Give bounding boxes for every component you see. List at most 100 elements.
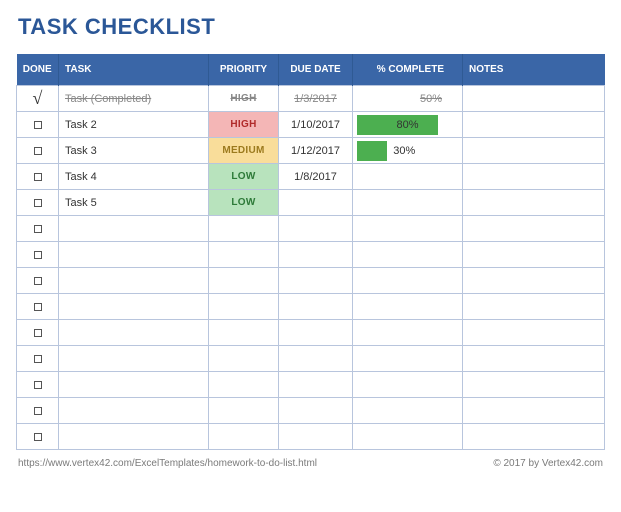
notes-cell[interactable] <box>463 190 605 216</box>
notes-cell[interactable] <box>463 320 605 346</box>
priority-cell[interactable] <box>209 346 279 372</box>
due-date-cell[interactable] <box>279 216 353 242</box>
checkbox-icon <box>34 121 42 129</box>
task-table: DONE TASK PRIORITY DUE DATE % COMPLETE N… <box>16 54 605 450</box>
notes-cell[interactable] <box>463 138 605 164</box>
footer-link: https://www.vertex42.com/ExcelTemplates/… <box>18 458 317 469</box>
table-row <box>17 242 605 268</box>
priority-cell[interactable]: MEDIUM <box>209 138 279 164</box>
done-cell[interactable] <box>17 216 59 242</box>
notes-cell[interactable] <box>463 372 605 398</box>
complete-cell[interactable] <box>353 294 463 320</box>
task-cell[interactable] <box>59 242 209 268</box>
notes-cell[interactable] <box>463 86 605 112</box>
notes-cell[interactable] <box>463 112 605 138</box>
priority-cell[interactable]: LOW <box>209 164 279 190</box>
due-date-cell[interactable] <box>279 294 353 320</box>
notes-cell[interactable] <box>463 346 605 372</box>
notes-cell[interactable] <box>463 164 605 190</box>
notes-cell[interactable] <box>463 216 605 242</box>
complete-cell[interactable] <box>353 398 463 424</box>
checkbox-icon <box>34 381 42 389</box>
complete-cell[interactable] <box>353 216 463 242</box>
complete-cell[interactable]: 30% <box>353 138 463 164</box>
done-cell[interactable] <box>17 372 59 398</box>
task-cell[interactable] <box>59 294 209 320</box>
done-cell[interactable] <box>17 294 59 320</box>
table-row <box>17 294 605 320</box>
table-row <box>17 346 605 372</box>
due-date-cell[interactable] <box>279 320 353 346</box>
done-cell[interactable] <box>17 138 59 164</box>
task-cell[interactable]: Task 3 <box>59 138 209 164</box>
task-cell[interactable] <box>59 424 209 450</box>
done-cell[interactable] <box>17 190 59 216</box>
priority-cell[interactable] <box>209 372 279 398</box>
complete-cell[interactable] <box>353 372 463 398</box>
complete-cell[interactable]: 80% <box>353 112 463 138</box>
done-cell[interactable] <box>17 112 59 138</box>
due-date-cell[interactable] <box>279 398 353 424</box>
footer: https://www.vertex42.com/ExcelTemplates/… <box>16 458 605 469</box>
complete-cell[interactable] <box>353 346 463 372</box>
notes-cell[interactable] <box>463 268 605 294</box>
checkbox-icon <box>34 277 42 285</box>
due-date-cell[interactable]: 1/3/2017 <box>279 86 353 112</box>
task-cell[interactable] <box>59 320 209 346</box>
task-cell[interactable] <box>59 216 209 242</box>
done-cell[interactable] <box>17 398 59 424</box>
due-date-cell[interactable] <box>279 372 353 398</box>
complete-cell[interactable] <box>353 164 463 190</box>
priority-cell[interactable] <box>209 294 279 320</box>
table-row <box>17 268 605 294</box>
table-row <box>17 372 605 398</box>
done-cell[interactable] <box>17 164 59 190</box>
task-cell[interactable]: Task 4 <box>59 164 209 190</box>
priority-cell[interactable] <box>209 320 279 346</box>
done-cell[interactable] <box>17 346 59 372</box>
footer-copyright: © 2017 by Vertex42.com <box>493 458 603 469</box>
task-cell[interactable]: Task (Completed) <box>59 86 209 112</box>
notes-cell[interactable] <box>463 424 605 450</box>
done-cell[interactable]: √ <box>17 86 59 112</box>
priority-cell[interactable] <box>209 424 279 450</box>
task-cell[interactable] <box>59 268 209 294</box>
due-date-cell[interactable] <box>279 424 353 450</box>
priority-cell[interactable]: HIGH <box>209 112 279 138</box>
done-cell[interactable] <box>17 320 59 346</box>
complete-cell[interactable] <box>353 190 463 216</box>
task-cell[interactable] <box>59 372 209 398</box>
notes-cell[interactable] <box>463 294 605 320</box>
complete-cell[interactable]: 50% <box>353 86 463 112</box>
priority-cell[interactable] <box>209 398 279 424</box>
done-cell[interactable] <box>17 242 59 268</box>
notes-cell[interactable] <box>463 242 605 268</box>
complete-cell[interactable] <box>353 268 463 294</box>
table-row: Task 2HIGH1/10/201780% <box>17 112 605 138</box>
due-date-cell[interactable] <box>279 242 353 268</box>
done-cell[interactable] <box>17 268 59 294</box>
complete-cell[interactable] <box>353 424 463 450</box>
done-cell[interactable] <box>17 424 59 450</box>
due-date-cell[interactable]: 1/10/2017 <box>279 112 353 138</box>
due-date-cell[interactable] <box>279 346 353 372</box>
priority-cell[interactable] <box>209 242 279 268</box>
table-row: Task 5LOW <box>17 190 605 216</box>
complete-cell[interactable] <box>353 242 463 268</box>
priority-cell[interactable] <box>209 268 279 294</box>
due-date-cell[interactable] <box>279 190 353 216</box>
task-cell[interactable]: Task 5 <box>59 190 209 216</box>
checkbox-icon <box>34 407 42 415</box>
priority-cell[interactable]: HIGH <box>209 86 279 112</box>
due-date-cell[interactable]: 1/12/2017 <box>279 138 353 164</box>
task-cell[interactable]: Task 2 <box>59 112 209 138</box>
task-cell[interactable] <box>59 398 209 424</box>
complete-cell[interactable] <box>353 320 463 346</box>
due-date-cell[interactable]: 1/8/2017 <box>279 164 353 190</box>
priority-cell[interactable] <box>209 216 279 242</box>
table-row <box>17 398 605 424</box>
due-date-cell[interactable] <box>279 268 353 294</box>
priority-cell[interactable]: LOW <box>209 190 279 216</box>
task-cell[interactable] <box>59 346 209 372</box>
notes-cell[interactable] <box>463 398 605 424</box>
